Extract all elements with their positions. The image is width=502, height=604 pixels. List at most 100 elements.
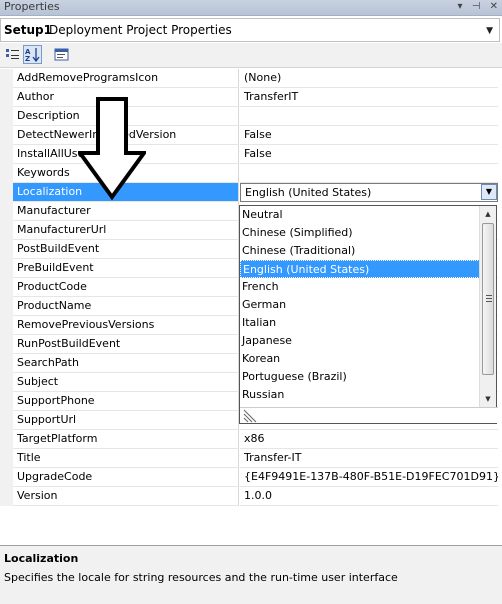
resize-grip-icon[interactable] bbox=[242, 409, 258, 423]
property-name: Version bbox=[13, 487, 239, 506]
localization-option[interactable]: Chinese (Traditional) bbox=[240, 242, 480, 260]
localization-option[interactable]: Portuguese (Brazil) bbox=[240, 368, 480, 386]
localization-option[interactable]: Chinese (Simplified) bbox=[240, 224, 480, 242]
localization-option[interactable]: Japanese bbox=[240, 332, 480, 350]
property-row[interactable]: Title Transfer-IT bbox=[0, 449, 500, 468]
property-value[interactable] bbox=[240, 164, 498, 183]
row-gutter bbox=[0, 335, 13, 354]
property-value[interactable]: False bbox=[240, 145, 498, 164]
property-row[interactable]: Keywords bbox=[0, 164, 500, 183]
row-gutter bbox=[0, 487, 13, 506]
property-pages-button[interactable] bbox=[52, 45, 71, 64]
scroll-up-icon[interactable]: ▲ bbox=[480, 206, 496, 223]
row-gutter bbox=[0, 107, 13, 126]
property-name: SupportPhone bbox=[13, 392, 239, 411]
property-name: Title bbox=[13, 449, 239, 468]
row-gutter bbox=[0, 411, 13, 430]
localization-option[interactable]: Neutral bbox=[240, 206, 480, 224]
row-gutter bbox=[0, 430, 13, 449]
property-row[interactable]: Localization English (United States) ▼ bbox=[0, 183, 500, 202]
row-gutter bbox=[0, 126, 13, 145]
property-value[interactable]: (None) bbox=[240, 69, 498, 88]
property-value[interactable]: TransferIT bbox=[240, 88, 498, 107]
localization-option[interactable]: German bbox=[240, 296, 480, 314]
description-text: Specifies the locale for string resource… bbox=[4, 571, 398, 584]
localization-option[interactable]: English (United States) bbox=[240, 260, 480, 278]
row-gutter bbox=[0, 88, 13, 107]
localization-dropdown-list[interactable]: Neutral Chinese (Simplified) Chinese (Trad… bbox=[239, 205, 498, 424]
property-pages-icon bbox=[54, 48, 69, 61]
window-position-icon[interactable]: ▾ bbox=[457, 1, 462, 12]
properties-title-bar: Properties ▾ ⊣ ✕ bbox=[0, 0, 502, 16]
property-row[interactable]: AddRemoveProgramsIcon (None) bbox=[0, 69, 500, 88]
property-name: AddRemoveProgramsIcon bbox=[13, 69, 239, 88]
property-row[interactable]: Description bbox=[0, 107, 500, 126]
object-type: Deployment Project Properties bbox=[49, 23, 232, 37]
description-title: Localization bbox=[4, 552, 79, 565]
property-value[interactable]: False bbox=[240, 126, 498, 145]
scrollbar-thumb[interactable] bbox=[482, 223, 494, 375]
property-name: RemovePreviousVersions bbox=[13, 316, 239, 335]
property-name: UpgradeCode bbox=[13, 468, 239, 487]
property-row[interactable]: Author TransferIT bbox=[0, 88, 500, 107]
chevron-down-icon[interactable]: ▼ bbox=[486, 26, 493, 36]
row-gutter bbox=[0, 183, 13, 202]
property-value[interactable]: 1.0.0 bbox=[240, 487, 498, 506]
row-gutter bbox=[0, 69, 13, 88]
description-pane: Localization Specifies the locale for st… bbox=[0, 545, 502, 604]
categorized-icon bbox=[6, 49, 19, 59]
object-name: Setup1 bbox=[4, 23, 52, 37]
row-gutter bbox=[0, 297, 13, 316]
categorized-button[interactable] bbox=[3, 45, 22, 64]
row-gutter bbox=[0, 468, 13, 487]
property-name: ManufacturerUrl bbox=[13, 221, 239, 240]
row-gutter bbox=[0, 145, 13, 164]
localization-option[interactable]: Russian bbox=[240, 386, 480, 404]
property-name: PostBuildEvent bbox=[13, 240, 239, 259]
property-value[interactable]: {E4F9491E-137B-480F-B51E-D19FEC701D91} bbox=[240, 468, 498, 487]
close-icon[interactable]: ✕ bbox=[490, 1, 498, 12]
property-name: ProductCode bbox=[13, 278, 239, 297]
property-value[interactable]: x86 bbox=[240, 430, 498, 449]
property-row[interactable]: UpgradeCode {E4F9491E-137B-480F-B51E-D19F… bbox=[0, 468, 500, 487]
row-gutter bbox=[0, 354, 13, 373]
property-row[interactable]: TargetPlatform x86 bbox=[0, 430, 500, 449]
property-value[interactable] bbox=[240, 107, 498, 126]
property-name: RunPostBuildEvent bbox=[13, 335, 239, 354]
scroll-down-icon[interactable]: ▼ bbox=[480, 391, 496, 408]
property-row[interactable]: InstallAllUsers False bbox=[0, 145, 500, 164]
property-row[interactable]: DetectNewerInstalledVersionFalse bbox=[0, 126, 500, 145]
pin-icon[interactable]: ⊣ bbox=[472, 1, 481, 12]
property-row[interactable]: Version 1.0.0 bbox=[0, 487, 500, 506]
dropdown-chevron-icon[interactable]: ▼ bbox=[481, 184, 497, 200]
property-name: Subject bbox=[13, 373, 239, 392]
down-arrow-annotation bbox=[78, 97, 146, 201]
row-gutter bbox=[0, 316, 13, 335]
property-name: SupportUrl bbox=[13, 411, 239, 430]
dropdown-resize-bar[interactable] bbox=[240, 407, 498, 423]
localization-option[interactable]: Korean bbox=[240, 350, 480, 368]
row-gutter bbox=[0, 373, 13, 392]
row-gutter bbox=[0, 240, 13, 259]
property-name: TargetPlatform bbox=[13, 430, 239, 449]
object-selector[interactable]: Setup1 Deployment Project Properties ▼ bbox=[0, 18, 500, 42]
property-name: ProductName bbox=[13, 297, 239, 316]
alphabetical-button[interactable]: A Z bbox=[23, 45, 42, 64]
row-gutter bbox=[0, 278, 13, 297]
dropdown-scrollbar[interactable]: ▲ ▼ bbox=[479, 206, 496, 408]
property-value[interactable]: Transfer-IT bbox=[240, 449, 498, 468]
property-value[interactable]: English (United States) bbox=[240, 183, 498, 202]
localization-option[interactable]: French bbox=[240, 278, 480, 296]
property-name: PreBuildEvent bbox=[13, 259, 239, 278]
property-name: Manufacturer bbox=[13, 202, 239, 221]
properties-toolbar: A Z bbox=[0, 43, 502, 68]
row-gutter bbox=[0, 392, 13, 411]
localization-option[interactable]: Italian bbox=[240, 314, 480, 332]
property-name: SearchPath bbox=[13, 354, 239, 373]
alphabetical-icon: A Z bbox=[25, 48, 40, 63]
window-title: Properties bbox=[4, 0, 60, 13]
row-gutter bbox=[0, 202, 13, 221]
row-gutter bbox=[0, 449, 13, 468]
row-gutter bbox=[0, 259, 13, 278]
svg-text:Z: Z bbox=[25, 55, 30, 63]
